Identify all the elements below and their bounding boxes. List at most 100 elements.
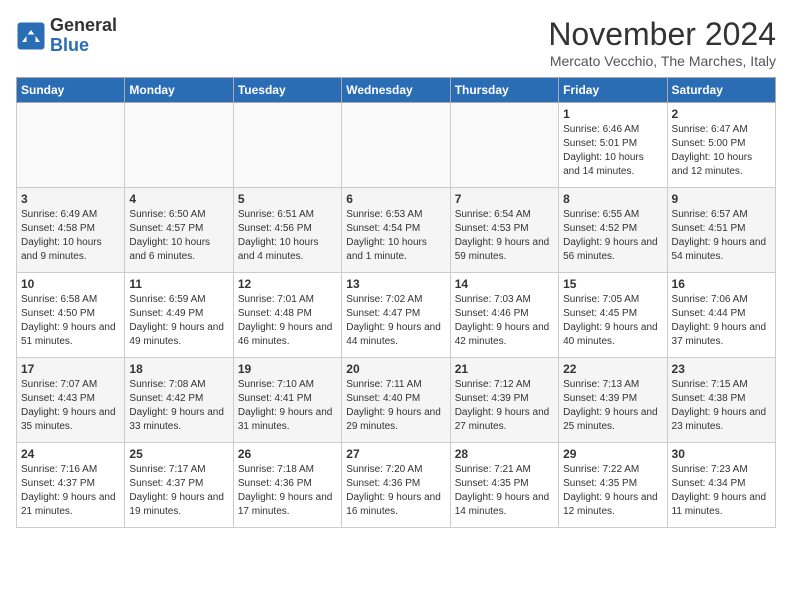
week-row-2: 3Sunrise: 6:49 AM Sunset: 4:58 PM Daylig… <box>17 188 776 273</box>
day-cell: 9 Sunrise: 6:57 AM Sunset: 4:51 PM Daylig… <box>667 188 775 273</box>
logo-blue: Blue <box>50 36 117 56</box>
day-info: Sunrise: 7:13 AM Sunset: 4:39 PM Dayligh… <box>563 378 662 434</box>
day-number: 16 <box>672 277 771 291</box>
header: General Blue November 2024 Mercato Vecch… <box>16 16 776 69</box>
day-info: Sunrise: 6:55 AM Sunset: 4:52 PM Dayligh… <box>563 208 662 264</box>
day-info: Sunrise: 6:53 AM Sunset: 4:54 PM Dayligh… <box>346 208 445 264</box>
day-cell: 20 Sunrise: 7:11 AM Sunset: 4:40 PM Dayli… <box>342 358 450 443</box>
day-cell: 25 Sunrise: 7:17 AM Sunset: 4:37 PM Dayli… <box>125 443 233 528</box>
logo: General Blue <box>16 16 117 56</box>
day-number: 18 <box>129 362 228 376</box>
day-info: Sunrise: 7:23 AM Sunset: 4:34 PM Dayligh… <box>672 463 771 519</box>
day-cell: 11Sunrise: 6:59 AM Sunset: 4:49 PM Dayli… <box>125 273 233 358</box>
day-cell: 18 Sunrise: 7:08 AM Sunset: 4:42 PM Dayli… <box>125 358 233 443</box>
day-cell: 5Sunrise: 6:51 AM Sunset: 4:56 PM Daylig… <box>233 188 341 273</box>
day-number: 7 <box>455 192 554 206</box>
day-cell: 7 Sunrise: 6:54 AM Sunset: 4:53 PM Daylig… <box>450 188 558 273</box>
day-info: Sunrise: 6:51 AM Sunset: 4:56 PM Dayligh… <box>238 208 337 264</box>
day-number: 17 <box>21 362 120 376</box>
day-cell: 14 Sunrise: 7:03 AM Sunset: 4:46 PM Dayli… <box>450 273 558 358</box>
weekday-thursday: Thursday <box>450 78 558 103</box>
week-row-3: 10 Sunrise: 6:58 AM Sunset: 4:50 PM Dayli… <box>17 273 776 358</box>
day-number: 3 <box>21 192 120 206</box>
day-number: 24 <box>21 447 120 461</box>
day-number: 20 <box>346 362 445 376</box>
day-number: 4 <box>129 192 228 206</box>
day-number: 22 <box>563 362 662 376</box>
day-cell: 1 Sunrise: 6:46 AM Sunset: 5:01 PM Daylig… <box>559 103 667 188</box>
day-cell: 8 Sunrise: 6:55 AM Sunset: 4:52 PM Daylig… <box>559 188 667 273</box>
day-cell: 29Sunrise: 7:22 AM Sunset: 4:35 PM Dayli… <box>559 443 667 528</box>
day-info: Sunrise: 6:57 AM Sunset: 4:51 PM Dayligh… <box>672 208 771 264</box>
day-info: Sunrise: 6:50 AM Sunset: 4:57 PM Dayligh… <box>129 208 228 264</box>
day-cell: 17 Sunrise: 7:07 AM Sunset: 4:43 PM Dayli… <box>17 358 125 443</box>
day-number: 26 <box>238 447 337 461</box>
day-cell: 26 Sunrise: 7:18 AM Sunset: 4:36 PM Dayli… <box>233 443 341 528</box>
week-row-1: 1 Sunrise: 6:46 AM Sunset: 5:01 PM Daylig… <box>17 103 776 188</box>
day-cell: 30Sunrise: 7:23 AM Sunset: 4:34 PM Dayli… <box>667 443 775 528</box>
day-number: 11 <box>129 277 228 291</box>
day-cell: 27Sunrise: 7:20 AM Sunset: 4:36 PM Dayli… <box>342 443 450 528</box>
day-number: 9 <box>672 192 771 206</box>
day-info: Sunrise: 7:18 AM Sunset: 4:36 PM Dayligh… <box>238 463 337 519</box>
logo-text: General Blue <box>50 16 117 56</box>
day-info: Sunrise: 7:17 AM Sunset: 4:37 PM Dayligh… <box>129 463 228 519</box>
day-number: 15 <box>563 277 662 291</box>
calendar-body: 1 Sunrise: 6:46 AM Sunset: 5:01 PM Daylig… <box>17 103 776 528</box>
title-area: November 2024 Mercato Vecchio, The March… <box>548 16 776 69</box>
logo-icon <box>16 21 46 51</box>
day-info: Sunrise: 7:10 AM Sunset: 4:41 PM Dayligh… <box>238 378 337 434</box>
day-number: 10 <box>21 277 120 291</box>
day-cell <box>450 103 558 188</box>
day-cell: 22 Sunrise: 7:13 AM Sunset: 4:39 PM Dayli… <box>559 358 667 443</box>
day-cell <box>17 103 125 188</box>
day-number: 14 <box>455 277 554 291</box>
day-cell <box>233 103 341 188</box>
day-number: 6 <box>346 192 445 206</box>
weekday-monday: Monday <box>125 78 233 103</box>
day-info: Sunrise: 7:05 AM Sunset: 4:45 PM Dayligh… <box>563 293 662 349</box>
day-info: Sunrise: 7:01 AM Sunset: 4:48 PM Dayligh… <box>238 293 337 349</box>
day-number: 23 <box>672 362 771 376</box>
day-info: Sunrise: 7:20 AM Sunset: 4:36 PM Dayligh… <box>346 463 445 519</box>
day-number: 29 <box>563 447 662 461</box>
day-info: Sunrise: 6:54 AM Sunset: 4:53 PM Dayligh… <box>455 208 554 264</box>
day-cell: 12Sunrise: 7:01 AM Sunset: 4:48 PM Dayli… <box>233 273 341 358</box>
weekday-friday: Friday <box>559 78 667 103</box>
day-cell: 3Sunrise: 6:49 AM Sunset: 4:58 PM Daylig… <box>17 188 125 273</box>
day-info: Sunrise: 6:46 AM Sunset: 5:01 PM Dayligh… <box>563 123 662 179</box>
day-info: Sunrise: 7:08 AM Sunset: 4:42 PM Dayligh… <box>129 378 228 434</box>
day-number: 8 <box>563 192 662 206</box>
day-cell: 19Sunrise: 7:10 AM Sunset: 4:41 PM Dayli… <box>233 358 341 443</box>
day-info: Sunrise: 7:15 AM Sunset: 4:38 PM Dayligh… <box>672 378 771 434</box>
calendar: SundayMondayTuesdayWednesdayThursdayFrid… <box>16 77 776 528</box>
day-cell <box>342 103 450 188</box>
day-number: 13 <box>346 277 445 291</box>
week-row-4: 17 Sunrise: 7:07 AM Sunset: 4:43 PM Dayli… <box>17 358 776 443</box>
day-info: Sunrise: 7:11 AM Sunset: 4:40 PM Dayligh… <box>346 378 445 434</box>
day-number: 21 <box>455 362 554 376</box>
weekday-sunday: Sunday <box>17 78 125 103</box>
day-cell: 2Sunrise: 6:47 AM Sunset: 5:00 PM Daylig… <box>667 103 775 188</box>
day-cell: 6 Sunrise: 6:53 AM Sunset: 4:54 PM Daylig… <box>342 188 450 273</box>
day-number: 25 <box>129 447 228 461</box>
day-info: Sunrise: 6:58 AM Sunset: 4:50 PM Dayligh… <box>21 293 120 349</box>
day-cell: 24 Sunrise: 7:16 AM Sunset: 4:37 PM Dayli… <box>17 443 125 528</box>
day-info: Sunrise: 6:47 AM Sunset: 5:00 PM Dayligh… <box>672 123 771 179</box>
day-cell: 28Sunrise: 7:21 AM Sunset: 4:35 PM Dayli… <box>450 443 558 528</box>
day-info: Sunrise: 7:21 AM Sunset: 4:35 PM Dayligh… <box>455 463 554 519</box>
day-cell <box>125 103 233 188</box>
logo-general: General <box>50 16 117 36</box>
day-cell: 10 Sunrise: 6:58 AM Sunset: 4:50 PM Dayli… <box>17 273 125 358</box>
day-number: 1 <box>563 107 662 121</box>
day-info: Sunrise: 7:12 AM Sunset: 4:39 PM Dayligh… <box>455 378 554 434</box>
location: Mercato Vecchio, The Marches, Italy <box>548 53 776 69</box>
weekday-saturday: Saturday <box>667 78 775 103</box>
day-cell: 13 Sunrise: 7:02 AM Sunset: 4:47 PM Dayli… <box>342 273 450 358</box>
day-info: Sunrise: 7:02 AM Sunset: 4:47 PM Dayligh… <box>346 293 445 349</box>
day-info: Sunrise: 7:03 AM Sunset: 4:46 PM Dayligh… <box>455 293 554 349</box>
day-info: Sunrise: 7:16 AM Sunset: 4:37 PM Dayligh… <box>21 463 120 519</box>
weekday-wednesday: Wednesday <box>342 78 450 103</box>
weekday-tuesday: Tuesday <box>233 78 341 103</box>
day-info: Sunrise: 7:07 AM Sunset: 4:43 PM Dayligh… <box>21 378 120 434</box>
